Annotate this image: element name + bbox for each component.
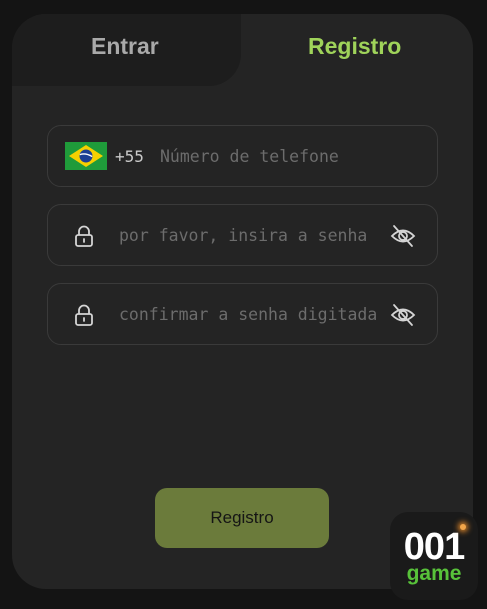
logo-spark-icon [460,524,466,530]
eye-off-icon[interactable] [389,222,417,250]
confirm-password-field [47,283,438,345]
phone-field: +55 [47,125,438,187]
brand-logo: 001 game [390,512,478,600]
lock-icon [75,225,93,247]
tab-register[interactable]: Registro [308,33,401,60]
logo-word: game [406,562,462,585]
dial-code: +55 [115,147,144,166]
register-button[interactable]: Registro [155,488,329,548]
password-input[interactable] [119,205,377,265]
password-field [47,204,438,266]
phone-number-input[interactable] [160,126,420,186]
tab-login[interactable]: Entrar [91,33,159,60]
confirm-password-input[interactable] [119,284,377,344]
eye-off-icon[interactable] [389,301,417,329]
lock-icon [75,304,93,326]
brazil-flag-icon[interactable] [65,142,107,170]
